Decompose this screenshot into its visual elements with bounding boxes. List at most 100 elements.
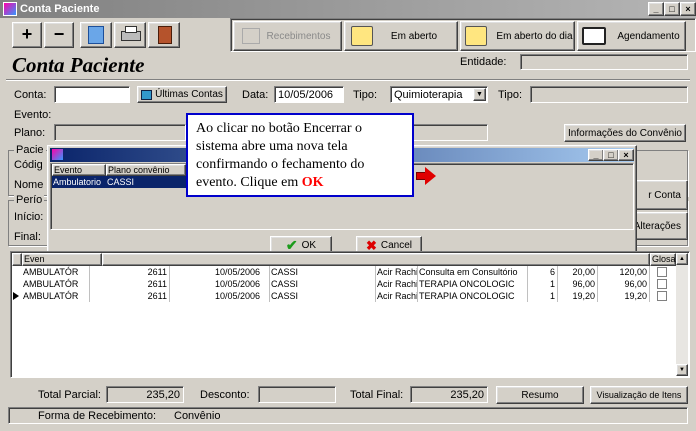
em-aberto-button[interactable]: Em aberto [344,21,458,51]
total-parcial-label: Total Parcial: [38,389,101,401]
info-convenio-button[interactable]: Informações do Convênio [564,124,686,142]
codigo-label: Códig [14,159,43,171]
evento-label: Evento: [14,109,52,121]
conta-input[interactable] [54,86,130,103]
em-aberto-dia-label: Em aberto do dia [496,30,573,42]
grid-cell-plano: CASSI [270,290,376,302]
grid-cell-medico: Acir Rachid F [377,278,418,290]
tutorial-callout: Ao clicar no botão Encerrar o sistema ab… [186,113,414,197]
em-aberto-dia-button[interactable]: Em aberto do dia [460,21,575,51]
exit-button[interactable] [148,22,180,48]
chevron-down-icon[interactable]: ▼ [473,88,486,101]
total-final-value: 235,20 [410,386,488,403]
row-pointer-icon [13,292,19,300]
grid-cell-total: 19,20 [598,290,650,302]
grid-cell-total: 96,00 [598,278,650,290]
cancel-label: Cancel [380,240,413,251]
recebimentos-icon [242,28,260,44]
plano-field[interactable] [54,124,186,141]
grid-cell-plano: CASSI [270,278,376,290]
grid-cell-medico: Acir Rachid F [377,266,418,278]
grid-cell-codigo: 2611 [122,290,170,302]
agendamento-button[interactable]: Agendamento [577,21,686,51]
glosa-checkbox[interactable] [657,267,667,277]
total-final-label: Total Final: [350,389,404,401]
dialog-close-icon[interactable]: × [618,149,634,161]
grid-cell-qtd: 6 [528,266,558,278]
door-exit-icon [158,26,172,44]
grid-cell-codigo: 2611 [122,266,170,278]
ok-label: OK [301,240,317,251]
ultimas-contas-button[interactable]: Últimas Contas [137,86,227,103]
glosa-checkbox[interactable] [657,279,667,289]
agendamento-label: Agendamento [617,30,680,42]
callout-text: Ao clicar no botão Encerrar o sistema ab… [196,121,365,190]
visualizacao-itens-button[interactable]: Visualização de Itens [590,386,688,404]
data-input[interactable]: 10/05/2006 [274,86,344,103]
tipo-select[interactable]: Quimioterapia ▼ [390,86,488,103]
scroll-down-icon[interactable]: ▼ [676,364,688,376]
desconto-field[interactable] [258,386,336,403]
grid-cell-data: 10/05/2006 [214,266,270,278]
dialog-col-evento[interactable]: Evento [52,164,106,176]
callout-highlight: OK [301,175,324,190]
grid-cell-medico: Acir Rachid F [377,290,418,302]
grid-cell-codigo: 2611 [122,278,170,290]
grid-cell-valor: 19,20 [558,290,598,302]
table-row[interactable]: AMBULATÓR 2611 10/05/2006 CASSI Acir Rac… [12,290,674,302]
remove-button[interactable]: − [44,22,74,48]
grid-col-glosa[interactable]: Glosa [650,253,676,266]
plano-label: Plano: [14,127,46,139]
dialog-app-icon [52,149,63,160]
grid-cell-qtd: 1 [528,278,558,290]
tipo-value: Quimioterapia [394,89,463,101]
plano-field-right[interactable] [410,124,488,141]
final-label: Final: [14,231,41,243]
grid-cell-plano: CASSI [270,266,376,278]
grid-cell-procedimento: TERAPIA ONCOLOGIC [418,290,528,302]
grid-cell-qtd: 1 [528,290,558,302]
total-parcial-value: 235,20 [106,386,184,403]
grid-vertical-scrollbar[interactable]: ▲ ▼ [676,253,688,376]
forma-recebimento-value: Convênio [174,410,221,422]
table-row[interactable]: AMBULATÓR 2611 10/05/2006 CASSI Acir Rac… [12,278,674,290]
notepad-pencil-icon [465,26,487,46]
notepad-pencil-icon [351,26,373,46]
dialog-minimize-icon[interactable]: _ [588,149,604,161]
grid-cell-total: 120,00 [598,266,650,278]
grid-cell-evento: AMBULATÓR [22,290,90,302]
calculator-button[interactable] [80,22,112,48]
grid-cell-evento: AMBULATÓR [22,278,90,290]
glosa-checkbox[interactable] [657,291,667,301]
arrow-right-icon [416,167,436,185]
arrow-head [425,167,436,185]
grid-cell-valor: 20,00 [558,266,598,278]
tipo2-field[interactable] [530,86,688,103]
window-titlebar: Conta Paciente [0,0,696,18]
tipo2-label: Tipo: [498,89,523,101]
grid-cell-procedimento: Consulta em Consultório [418,266,528,278]
grid-col-evento[interactable]: Even [22,253,102,266]
scroll-up-icon[interactable]: ▲ [676,253,688,265]
grid-cell-procedimento: TERAPIA ONCOLOGIC [418,278,528,290]
recebimentos-label: Recebimentos [266,30,331,42]
minimize-icon[interactable]: _ [648,2,664,16]
tipo-label: Tipo: [353,89,378,101]
dialog-maximize-icon[interactable]: □ [603,149,619,161]
maximize-icon[interactable]: □ [664,2,680,16]
table-row[interactable]: AMBULATÓR 2611 10/05/2006 CASSI Acir Rac… [12,266,674,278]
recebimentos-button[interactable]: Recebimentos [233,21,342,51]
dialog-selected-row[interactable]: Ambulatorio CASSI [52,176,186,188]
desconto-label: Desconto: [200,389,250,401]
grid-cell-data: 10/05/2006 [214,278,270,290]
app-icon [3,2,17,16]
entidade-field[interactable] [520,54,688,70]
add-button[interactable]: + [12,22,42,48]
dialog-col-plano[interactable]: Plano convênio [106,164,186,176]
resumo-button[interactable]: Resumo [496,386,584,404]
print-button[interactable] [114,22,146,48]
dialog-row-plano: CASSI [107,177,135,187]
page-title: Conta Paciente [12,53,145,77]
printer-paper-icon [125,26,137,33]
close-icon[interactable]: × [680,2,696,16]
